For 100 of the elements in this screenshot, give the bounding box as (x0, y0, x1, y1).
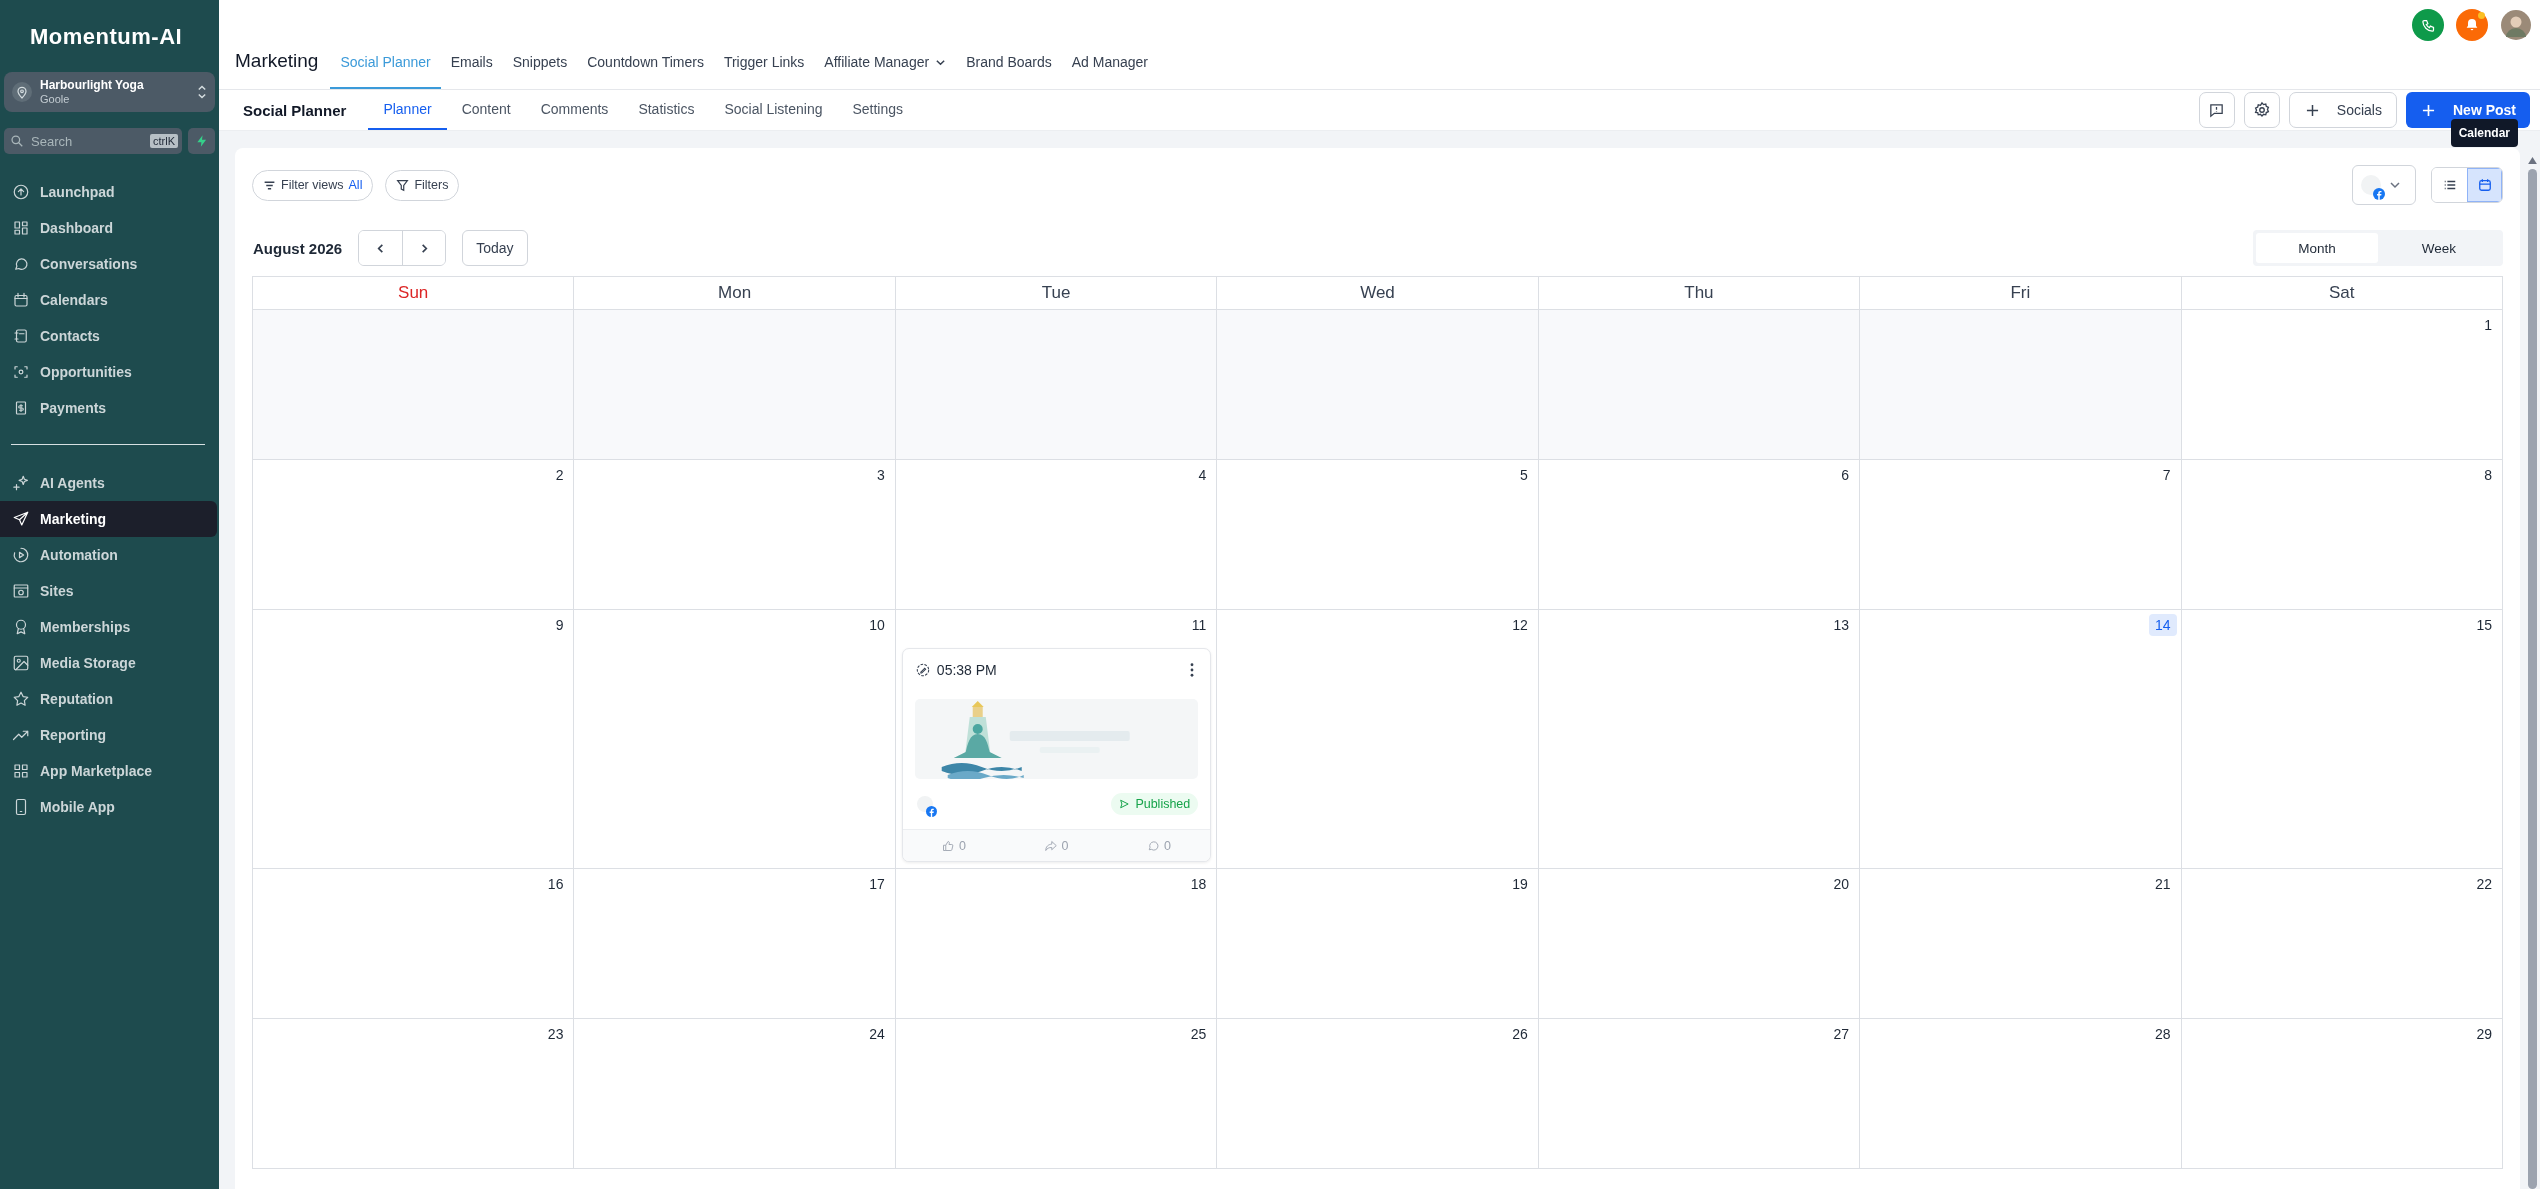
nav-tab[interactable]: Countdown Timers (577, 54, 714, 89)
opportunities-icon (12, 363, 30, 381)
day-cell[interactable]: 27 (1538, 1019, 1861, 1169)
day-cell[interactable]: 4 (895, 460, 1218, 610)
day-cell[interactable]: 21 (1860, 869, 2182, 1019)
chevron-down-icon (2389, 179, 2401, 191)
day-cell[interactable]: 16 (253, 869, 575, 1019)
filters-button[interactable]: Filters (385, 169, 460, 201)
sidebar-item[interactable]: Calendars (0, 282, 219, 318)
account-selector[interactable] (2352, 165, 2416, 205)
today-button[interactable]: Today (462, 230, 528, 266)
day-cell[interactable]: 9 (253, 610, 575, 869)
day-cell[interactable]: 25 (895, 1019, 1218, 1169)
day-cell[interactable]: 6 (1538, 460, 1861, 610)
day-number: 15 (2475, 616, 2493, 635)
socials-button[interactable]: Socials (2288, 92, 2397, 128)
post-time: 05:38 PM (936, 662, 998, 678)
day-number: 9 (554, 616, 565, 635)
calendar-view-button[interactable] (2467, 168, 2502, 202)
day-number: 29 (2475, 1025, 2493, 1044)
account-switcher[interactable]: Harbourlight Yoga Goole (4, 72, 215, 112)
sidebar-item[interactable]: Reputation (0, 681, 219, 717)
sidebar-item[interactable]: Payments (0, 390, 219, 426)
day-cell[interactable]: 1 (2181, 310, 2503, 460)
day-cell[interactable]: 18 (895, 869, 1218, 1019)
sidebar-item[interactable]: Conversations (0, 246, 219, 282)
nav-tab[interactable]: Trigger Links (713, 54, 815, 89)
sidebar-item[interactable]: Contacts (0, 318, 219, 354)
range-tab[interactable]: Month (2256, 233, 2378, 263)
day-cell[interactable]: 5 (1217, 460, 1539, 610)
sidebar-item[interactable]: Sites (0, 573, 219, 609)
day-cell[interactable]: 3 (574, 460, 896, 610)
day-cell[interactable]: 17 (574, 869, 896, 1019)
day-cell[interactable]: 12 (1217, 610, 1539, 869)
sidebar-item[interactable]: Launchpad (0, 174, 219, 210)
day-cell[interactable]: 14 (1860, 610, 2182, 869)
search-field[interactable]: Search ctrlK (4, 128, 182, 154)
nav-tab[interactable]: Ad Manager (1061, 54, 1159, 89)
day-number: 22 (2475, 875, 2493, 894)
sidebar-item[interactable]: Media Storage (0, 645, 219, 681)
sidebar-item[interactable]: Marketing (0, 501, 217, 537)
day-cell[interactable]: 13 (1538, 610, 1861, 869)
subnav-tab[interactable]: Content (446, 90, 526, 130)
phone-button[interactable] (2412, 9, 2444, 41)
user-avatar[interactable] (2500, 9, 2532, 41)
nav-tab[interactable]: Affiliate Manager (814, 54, 957, 89)
sidebar-item[interactable]: Automation (0, 537, 219, 573)
bell-icon (2464, 17, 2480, 33)
subnav-tab[interactable]: Settings (837, 90, 919, 130)
day-cell[interactable]: 29 (2181, 1019, 2503, 1169)
status-badge: Published (1111, 793, 1199, 815)
day-cell[interactable]: 26 (1217, 1019, 1539, 1169)
day-cell[interactable]: 22 (2181, 869, 2503, 1019)
day-cell[interactable]: 10 (574, 610, 896, 869)
day-number: 28 (2154, 1025, 2172, 1044)
subnav-tab[interactable]: Social Listening (709, 90, 838, 130)
calendar-icon (2477, 178, 2492, 192)
scrollbar[interactable] (2526, 157, 2538, 1189)
sidebar-item[interactable]: Mobile App (0, 789, 219, 825)
range-tab[interactable]: Week (2378, 233, 2500, 263)
day-cell[interactable]: 2 (253, 460, 575, 610)
automation-icon (12, 546, 30, 564)
weekday-header: Sat (2181, 277, 2503, 310)
day-cell[interactable]: 20 (1538, 869, 1861, 1019)
settings-button[interactable] (2243, 92, 2280, 128)
sidebar-item[interactable]: App Marketplace (0, 753, 219, 789)
tooltip: Calendar (2450, 119, 2518, 147)
account-name: Harbourlight Yoga (40, 78, 145, 93)
day-number: 7 (2161, 466, 2172, 485)
feedback-button[interactable] (2198, 92, 2235, 128)
nav-tab[interactable]: Brand Boards (956, 54, 1062, 89)
notifications-button[interactable] (2456, 9, 2488, 41)
facebook-icon (2373, 188, 2385, 200)
day-number: 17 (868, 875, 886, 894)
quick-action-button[interactable] (188, 128, 215, 154)
location-icon (12, 82, 32, 102)
subnav-tab[interactable]: Statistics (623, 90, 710, 130)
post-card[interactable]: 05:38 PM Published 0 0 0 (901, 648, 1212, 862)
account-location: Goole (40, 92, 71, 106)
sidebar-item[interactable]: Memberships (0, 609, 219, 645)
sidebar-item[interactable]: Opportunities (0, 354, 219, 390)
day-cell[interactable]: 28 (1860, 1019, 2182, 1169)
day-cell[interactable]: 8 (2181, 460, 2503, 610)
nav-tab[interactable]: Emails (440, 54, 503, 89)
day-cell[interactable]: 24 (574, 1019, 896, 1169)
sidebar-item[interactable]: Dashboard (0, 210, 219, 246)
subnav-tab[interactable]: Comments (525, 90, 624, 130)
day-cell[interactable]: 19 (1217, 869, 1539, 1019)
sidebar-item[interactable]: Reporting (0, 717, 219, 753)
day-number: 8 (2483, 466, 2493, 485)
day-cell[interactable]: 7 (1860, 460, 2182, 610)
day-cell[interactable]: 23 (253, 1019, 575, 1169)
nav-tab[interactable]: Snippets (502, 54, 578, 89)
day-cell[interactable]: 11 05:38 PM Published 0 0 0 (895, 610, 1218, 869)
day-number: 25 (1189, 1025, 1208, 1044)
day-cell[interactable]: 15 (2181, 610, 2503, 869)
filter-views-button[interactable]: Filter views All (252, 169, 374, 201)
sidebar-item[interactable]: AI Agents (0, 465, 219, 501)
share-icon (1044, 839, 1057, 852)
search-input[interactable]: Search (29, 132, 145, 150)
